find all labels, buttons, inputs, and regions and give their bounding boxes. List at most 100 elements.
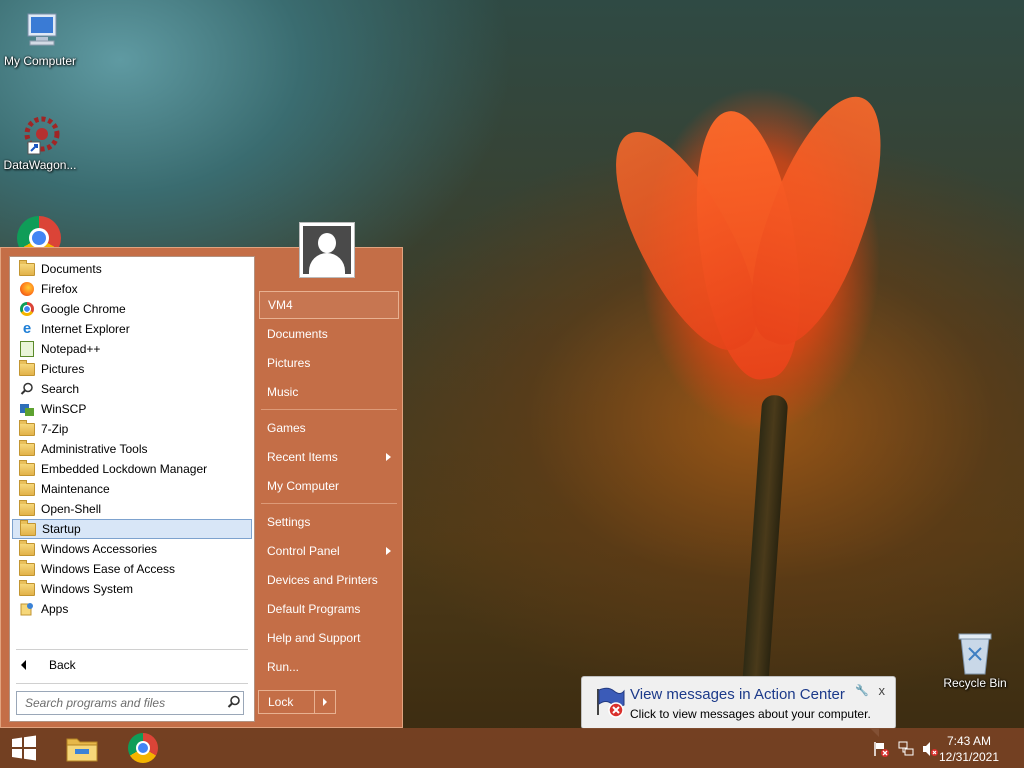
right-item-my-computer[interactable]: My Computer	[259, 472, 399, 500]
program-item-pictures[interactable]: Pictures	[12, 359, 252, 379]
user-avatar[interactable]	[299, 222, 355, 278]
program-item-windows-system[interactable]: Windows System	[12, 579, 252, 599]
user-name-item[interactable]: VM4	[259, 291, 399, 319]
folder-icon	[19, 479, 35, 497]
submenu-arrow-icon	[386, 453, 391, 461]
folder-icon	[19, 499, 35, 517]
program-item-label: 7-Zip	[41, 422, 69, 436]
program-item-administrative-tools[interactable]: Administrative Tools	[12, 439, 252, 459]
search-icon[interactable]	[227, 695, 241, 712]
network-icon[interactable]	[897, 740, 915, 761]
right-item-settings[interactable]: Settings	[259, 508, 399, 536]
desktop-icon-chrome[interactable]	[17, 216, 61, 248]
right-item-label: Default Programs	[267, 602, 361, 616]
notification-title: View messages in Action Center	[630, 686, 845, 703]
right-item-label: Pictures	[267, 356, 311, 370]
folder-icon	[19, 439, 35, 457]
right-item-pictures[interactable]: Pictures	[259, 349, 399, 377]
right-item-control-panel[interactable]: Control Panel	[259, 537, 399, 565]
right-item-default-programs[interactable]: Default Programs	[259, 595, 399, 623]
program-item-windows-accessories[interactable]: Windows Accessories	[12, 539, 252, 559]
apps-icon	[19, 601, 35, 617]
program-item-label: Windows System	[41, 582, 134, 596]
program-item-label: Maintenance	[41, 482, 110, 496]
folder-icon	[19, 559, 35, 577]
program-item-notepad[interactable]: Notepad++	[12, 339, 252, 359]
datawagon-icon	[18, 112, 62, 156]
clock-time: 7:43 AM	[946, 734, 992, 748]
right-item-help-support[interactable]: Help and Support	[259, 624, 399, 652]
program-item-search[interactable]: Search	[12, 379, 252, 399]
program-item-label: Google Chrome	[41, 302, 126, 316]
program-item-windows-ease-of-access[interactable]: Windows Ease of Access	[12, 559, 252, 579]
submenu-arrow-icon	[386, 547, 391, 555]
taskbar-file-explorer[interactable]	[54, 728, 110, 768]
computer-icon	[18, 8, 62, 52]
program-item-internet-explorer[interactable]: e Internet Explorer	[12, 319, 252, 339]
program-item-label: Embedded Lockdown Manager	[41, 462, 208, 476]
desktop-icon-label: My Computer	[3, 54, 77, 68]
programs-panel: Documents Firefox Google Chrome e Internet E…	[9, 256, 255, 722]
program-item-firefox[interactable]: Firefox	[12, 279, 252, 299]
right-item-recent-items[interactable]: Recent Items	[259, 443, 399, 471]
program-item-google-chrome[interactable]: Google Chrome	[12, 299, 252, 319]
right-item-label: Devices and Printers	[267, 573, 378, 587]
desktop-icon-datawagon[interactable]: DataWagon...	[0, 112, 80, 172]
options-wrench-icon[interactable]: 🔧	[855, 684, 869, 697]
notification-close-button[interactable]: x	[879, 683, 886, 698]
action-center-flag-icon	[594, 685, 626, 722]
program-item-label: Firefox	[41, 282, 78, 296]
program-item-maintenance[interactable]: Maintenance	[12, 479, 252, 499]
notification-body: Click to view messages about your comput…	[630, 707, 871, 721]
folder-icon	[19, 539, 35, 557]
taskbar-clock[interactable]: 7:43 AM 12/31/2021	[934, 733, 1004, 765]
back-label: Back	[49, 658, 76, 672]
program-item-7-zip[interactable]: 7-Zip	[12, 419, 252, 439]
program-item-startup[interactable]: Startup	[12, 519, 252, 539]
start-button[interactable]	[0, 728, 48, 768]
search-box[interactable]	[16, 691, 244, 715]
right-item-run[interactable]: Run...	[259, 653, 399, 681]
right-item-music[interactable]: Music	[259, 378, 399, 406]
clock-date: 12/31/2021	[938, 750, 1000, 764]
program-item-documents[interactable]: Documents	[12, 259, 252, 279]
right-item-label: Music	[267, 385, 299, 399]
lock-button[interactable]: Lock	[258, 690, 336, 714]
file-explorer-icon	[66, 738, 98, 762]
action-center-notification[interactable]: View messages in Action Center Click to …	[581, 676, 896, 737]
chrome-icon	[128, 733, 158, 763]
notepad-icon	[19, 341, 35, 357]
right-item-games[interactable]: Games	[259, 414, 399, 442]
right-item-label: Help and Support	[267, 631, 361, 645]
program-item-apps[interactable]: Apps	[12, 599, 252, 619]
back-button[interactable]: Back	[12, 653, 252, 677]
right-separator	[261, 409, 397, 410]
taskbar-chrome[interactable]	[115, 728, 171, 768]
program-item-winscp[interactable]: WinSCP	[12, 399, 252, 419]
action-center-tray-icon[interactable]	[872, 740, 890, 761]
desktop-icon-label: DataWagon...	[3, 158, 77, 172]
arrow-right-icon	[323, 698, 328, 706]
start-menu: Documents Firefox Google Chrome e Internet E…	[0, 247, 403, 728]
lock-options-button[interactable]	[314, 691, 335, 713]
wallpaper-stem	[741, 394, 789, 696]
desktop-icon-my-computer[interactable]: My Computer	[0, 8, 80, 68]
program-item-embedded-lockdown-manager[interactable]: Embedded Lockdown Manager	[12, 459, 252, 479]
user-name-label: VM4	[268, 298, 293, 312]
right-item-documents[interactable]: Documents	[259, 320, 399, 348]
lock-label: Lock	[268, 695, 294, 709]
search-input[interactable]	[23, 695, 223, 711]
right-item-devices-printers[interactable]: Devices and Printers	[259, 566, 399, 594]
chrome-icon	[17, 216, 61, 248]
right-item-label: Settings	[267, 515, 311, 529]
program-item-label: Startup	[42, 522, 81, 536]
programs-separator	[16, 649, 248, 650]
program-item-label: Internet Explorer	[41, 322, 130, 336]
program-item-label: Notepad++	[41, 342, 101, 356]
folder-icon	[19, 459, 35, 477]
desktop-icon-recycle-bin[interactable]: Recycle Bin	[935, 630, 1015, 690]
windows-logo-icon	[12, 735, 36, 761]
winscp-icon	[19, 401, 35, 417]
search-icon	[19, 381, 35, 397]
program-item-open-shell[interactable]: Open-Shell	[12, 499, 252, 519]
